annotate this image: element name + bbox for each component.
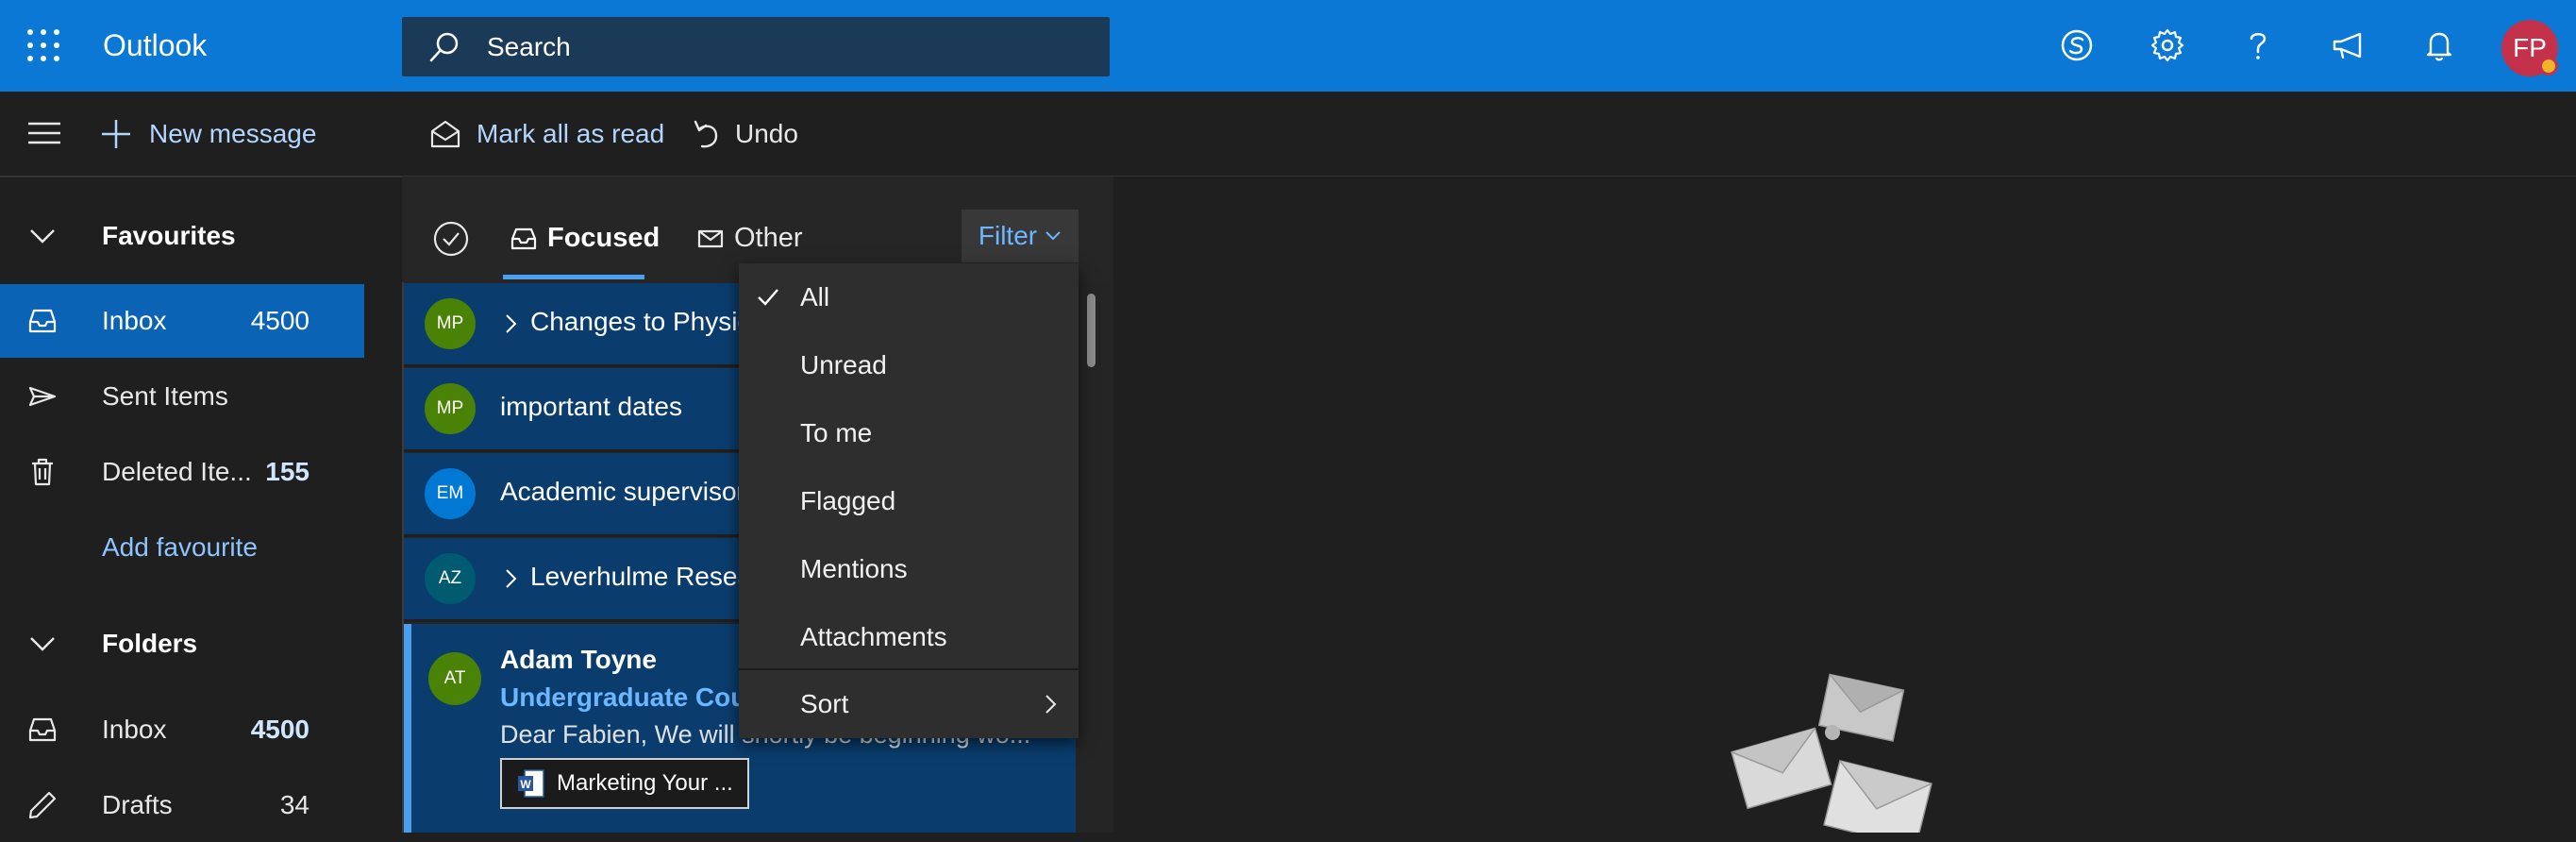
select-all-checkbox[interactable] <box>432 220 470 258</box>
sender-avatar: AT <box>428 652 481 705</box>
nav-item-inbox-folder[interactable]: Inbox 4500 <box>0 693 364 766</box>
filter-option-all[interactable]: All <box>739 263 1079 331</box>
gear-icon[interactable] <box>2149 26 2186 64</box>
checkmark-icon <box>756 285 780 310</box>
chevron-right-icon <box>1045 693 1058 716</box>
presence-indicator <box>2539 57 2558 76</box>
search-input[interactable]: Search <box>402 17 1110 76</box>
filter-button[interactable]: Filter <box>962 210 1079 262</box>
message-sender: Adam Toyne <box>500 645 657 674</box>
new-message-label: New message <box>149 119 317 148</box>
active-tab-indicator <box>503 275 644 279</box>
tab-focused-label: Focused <box>547 222 661 253</box>
open-envelope-icon <box>429 118 461 150</box>
chevron-down-icon <box>26 628 59 660</box>
word-document-icon: W <box>517 768 545 799</box>
nav-item-label: Sent Items <box>102 381 228 411</box>
folders-header[interactable]: Folders <box>0 607 364 681</box>
sender-avatar: MP <box>425 298 476 349</box>
search-icon <box>428 31 460 63</box>
add-favourite-link[interactable]: Add favourite <box>0 511 364 584</box>
unread-count: 4500 <box>250 306 309 335</box>
nav-item-label: Inbox <box>102 306 167 335</box>
search-placeholder: Search <box>487 32 571 61</box>
attachment-chip[interactable]: W Marketing Your ... <box>500 758 749 809</box>
filter-option-label: Flagged <box>800 486 896 515</box>
chevron-down-icon <box>1045 230 1062 242</box>
nav-item-inbox-favourite[interactable]: Inbox 4500 <box>0 284 364 358</box>
inbox-icon <box>26 305 59 337</box>
svg-text:W: W <box>520 778 531 791</box>
filter-option-attachments[interactable]: Attachments <box>739 603 1079 671</box>
message-subject: Academic supervisor <box>500 477 745 506</box>
tab-focused[interactable]: Focused <box>510 215 660 261</box>
favourites-header-label: Favourites <box>102 221 236 250</box>
filter-option-label: Mentions <box>800 554 908 583</box>
app-title[interactable]: Outlook <box>103 26 207 64</box>
filter-option-label: To me <box>800 418 873 447</box>
empty-state-envelopes-illustration <box>1727 672 1963 833</box>
message-subject: Undergraduate Cour <box>500 682 758 712</box>
chevron-right-icon[interactable] <box>504 567 519 590</box>
filter-option-label: Unread <box>800 350 887 379</box>
undo-label: Undo <box>735 119 798 148</box>
top-header-bar <box>0 0 2576 92</box>
pencil-icon <box>26 789 59 821</box>
unread-count: 155 <box>265 457 309 486</box>
favourites-header[interactable]: Favourites <box>0 199 364 273</box>
nav-item-label: Drafts <box>102 790 173 819</box>
hamburger-menu-icon[interactable] <box>26 119 62 147</box>
command-bar <box>0 92 2576 177</box>
filter-option-flagged[interactable]: Flagged <box>739 467 1079 535</box>
mark-all-read-label: Mark all as read <box>477 119 665 148</box>
bell-icon[interactable] <box>2420 26 2458 64</box>
plus-icon <box>100 118 132 150</box>
nav-item-sent-items[interactable]: Sent Items <box>0 360 364 433</box>
inbox-icon <box>26 714 59 746</box>
chevron-right-icon[interactable] <box>504 312 519 335</box>
send-icon <box>26 380 59 413</box>
add-favourite-label: Add favourite <box>102 532 258 562</box>
filter-dropdown-menu: All Unread To me Flagged Mentions Attach… <box>739 263 1079 738</box>
skype-icon[interactable] <box>2058 26 2096 64</box>
folders-header-label: Folders <box>102 629 198 658</box>
mark-all-read-button[interactable]: Mark all as read <box>429 111 664 157</box>
message-subject: important dates <box>500 392 682 421</box>
nav-item-label: Inbox <box>102 715 167 744</box>
tab-other[interactable]: Other <box>696 215 803 261</box>
nav-item-deleted-items[interactable]: Deleted Ite... 155 <box>0 435 364 509</box>
nav-item-label: Deleted Ite... <box>102 457 252 486</box>
undo-icon <box>692 118 720 150</box>
nav-item-drafts[interactable]: Drafts 34 <box>0 768 364 842</box>
sort-label: Sort <box>800 689 849 718</box>
undo-button[interactable]: Undo <box>692 111 798 157</box>
sender-avatar: MP <box>425 383 476 434</box>
feedback-icon[interactable] <box>2330 26 2367 64</box>
new-message-button[interactable]: New message <box>100 111 316 157</box>
other-inbox-icon <box>696 224 725 252</box>
message-list-scrollbar[interactable] <box>1087 294 1096 367</box>
filter-option-to-me[interactable]: To me <box>739 399 1079 467</box>
unread-count: 4500 <box>250 715 309 744</box>
sort-submenu[interactable]: Sort <box>739 670 1079 738</box>
app-launcher-icon[interactable] <box>26 28 60 62</box>
filter-label: Filter <box>978 221 1038 250</box>
filter-option-label: Attachments <box>800 622 947 651</box>
focused-inbox-icon <box>510 224 538 252</box>
sender-avatar: EM <box>425 468 476 519</box>
filter-option-mentions[interactable]: Mentions <box>739 535 1079 603</box>
filter-option-label: All <box>800 282 830 312</box>
sender-avatar: AZ <box>425 553 476 604</box>
trash-icon <box>26 456 59 488</box>
message-subject: Leverhulme Resea <box>530 562 753 591</box>
chevron-down-icon <box>26 220 59 252</box>
help-icon[interactable] <box>2239 26 2277 64</box>
item-count: 34 <box>279 790 309 819</box>
attachment-name: Marketing Your ... <box>557 770 733 796</box>
filter-option-unread[interactable]: Unread <box>739 331 1079 399</box>
tab-other-label: Other <box>734 222 803 253</box>
message-subject: Changes to Physic <box>530 307 751 336</box>
